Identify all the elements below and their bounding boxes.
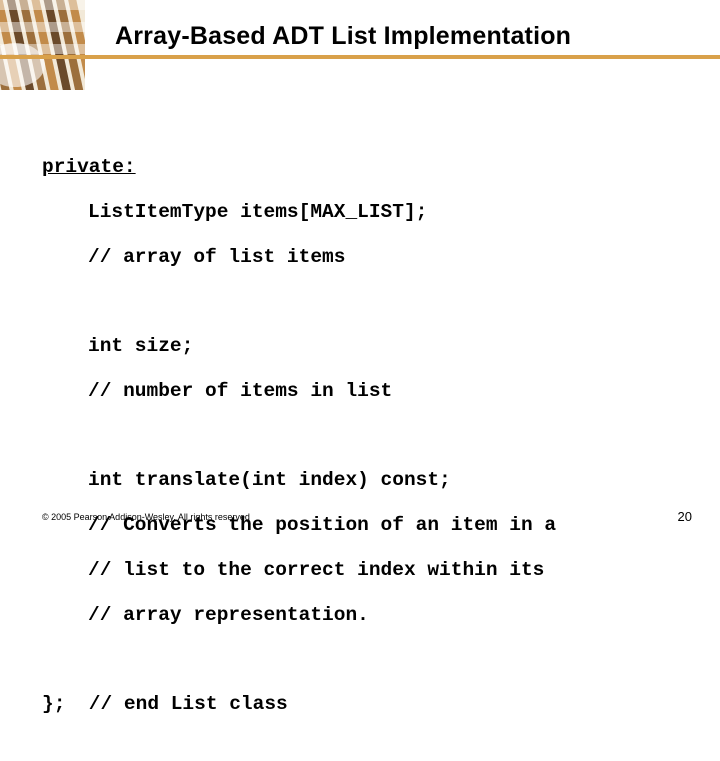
blank-line bbox=[42, 649, 690, 671]
blank-line bbox=[42, 425, 690, 447]
code-line: // list to the correct index within its bbox=[42, 559, 690, 581]
slide-title: Array-Based ADT List Implementation bbox=[115, 22, 700, 51]
code-line: ListItemType items[MAX_LIST]; bbox=[42, 201, 690, 223]
code-line: int size; bbox=[42, 335, 690, 357]
code-block: private: ListItemType items[MAX_LIST]; /… bbox=[42, 134, 690, 761]
code-line: // number of items in list bbox=[42, 380, 690, 402]
corner-decorative-graphic bbox=[0, 0, 85, 90]
blank-line bbox=[42, 291, 690, 313]
code-line: int translate(int index) const; bbox=[42, 469, 690, 491]
page-number: 20 bbox=[678, 509, 692, 524]
code-line: // array of list items bbox=[42, 246, 690, 268]
code-line-private: private: bbox=[42, 156, 690, 178]
copyright-text: © 2005 Pearson Addison-Wesley. All right… bbox=[42, 512, 250, 522]
slide: Array-Based ADT List Implementation priv… bbox=[0, 0, 720, 540]
code-line-end: }; // end List class bbox=[42, 693, 690, 715]
accent-bar bbox=[0, 55, 720, 59]
code-line: // array representation. bbox=[42, 604, 690, 626]
